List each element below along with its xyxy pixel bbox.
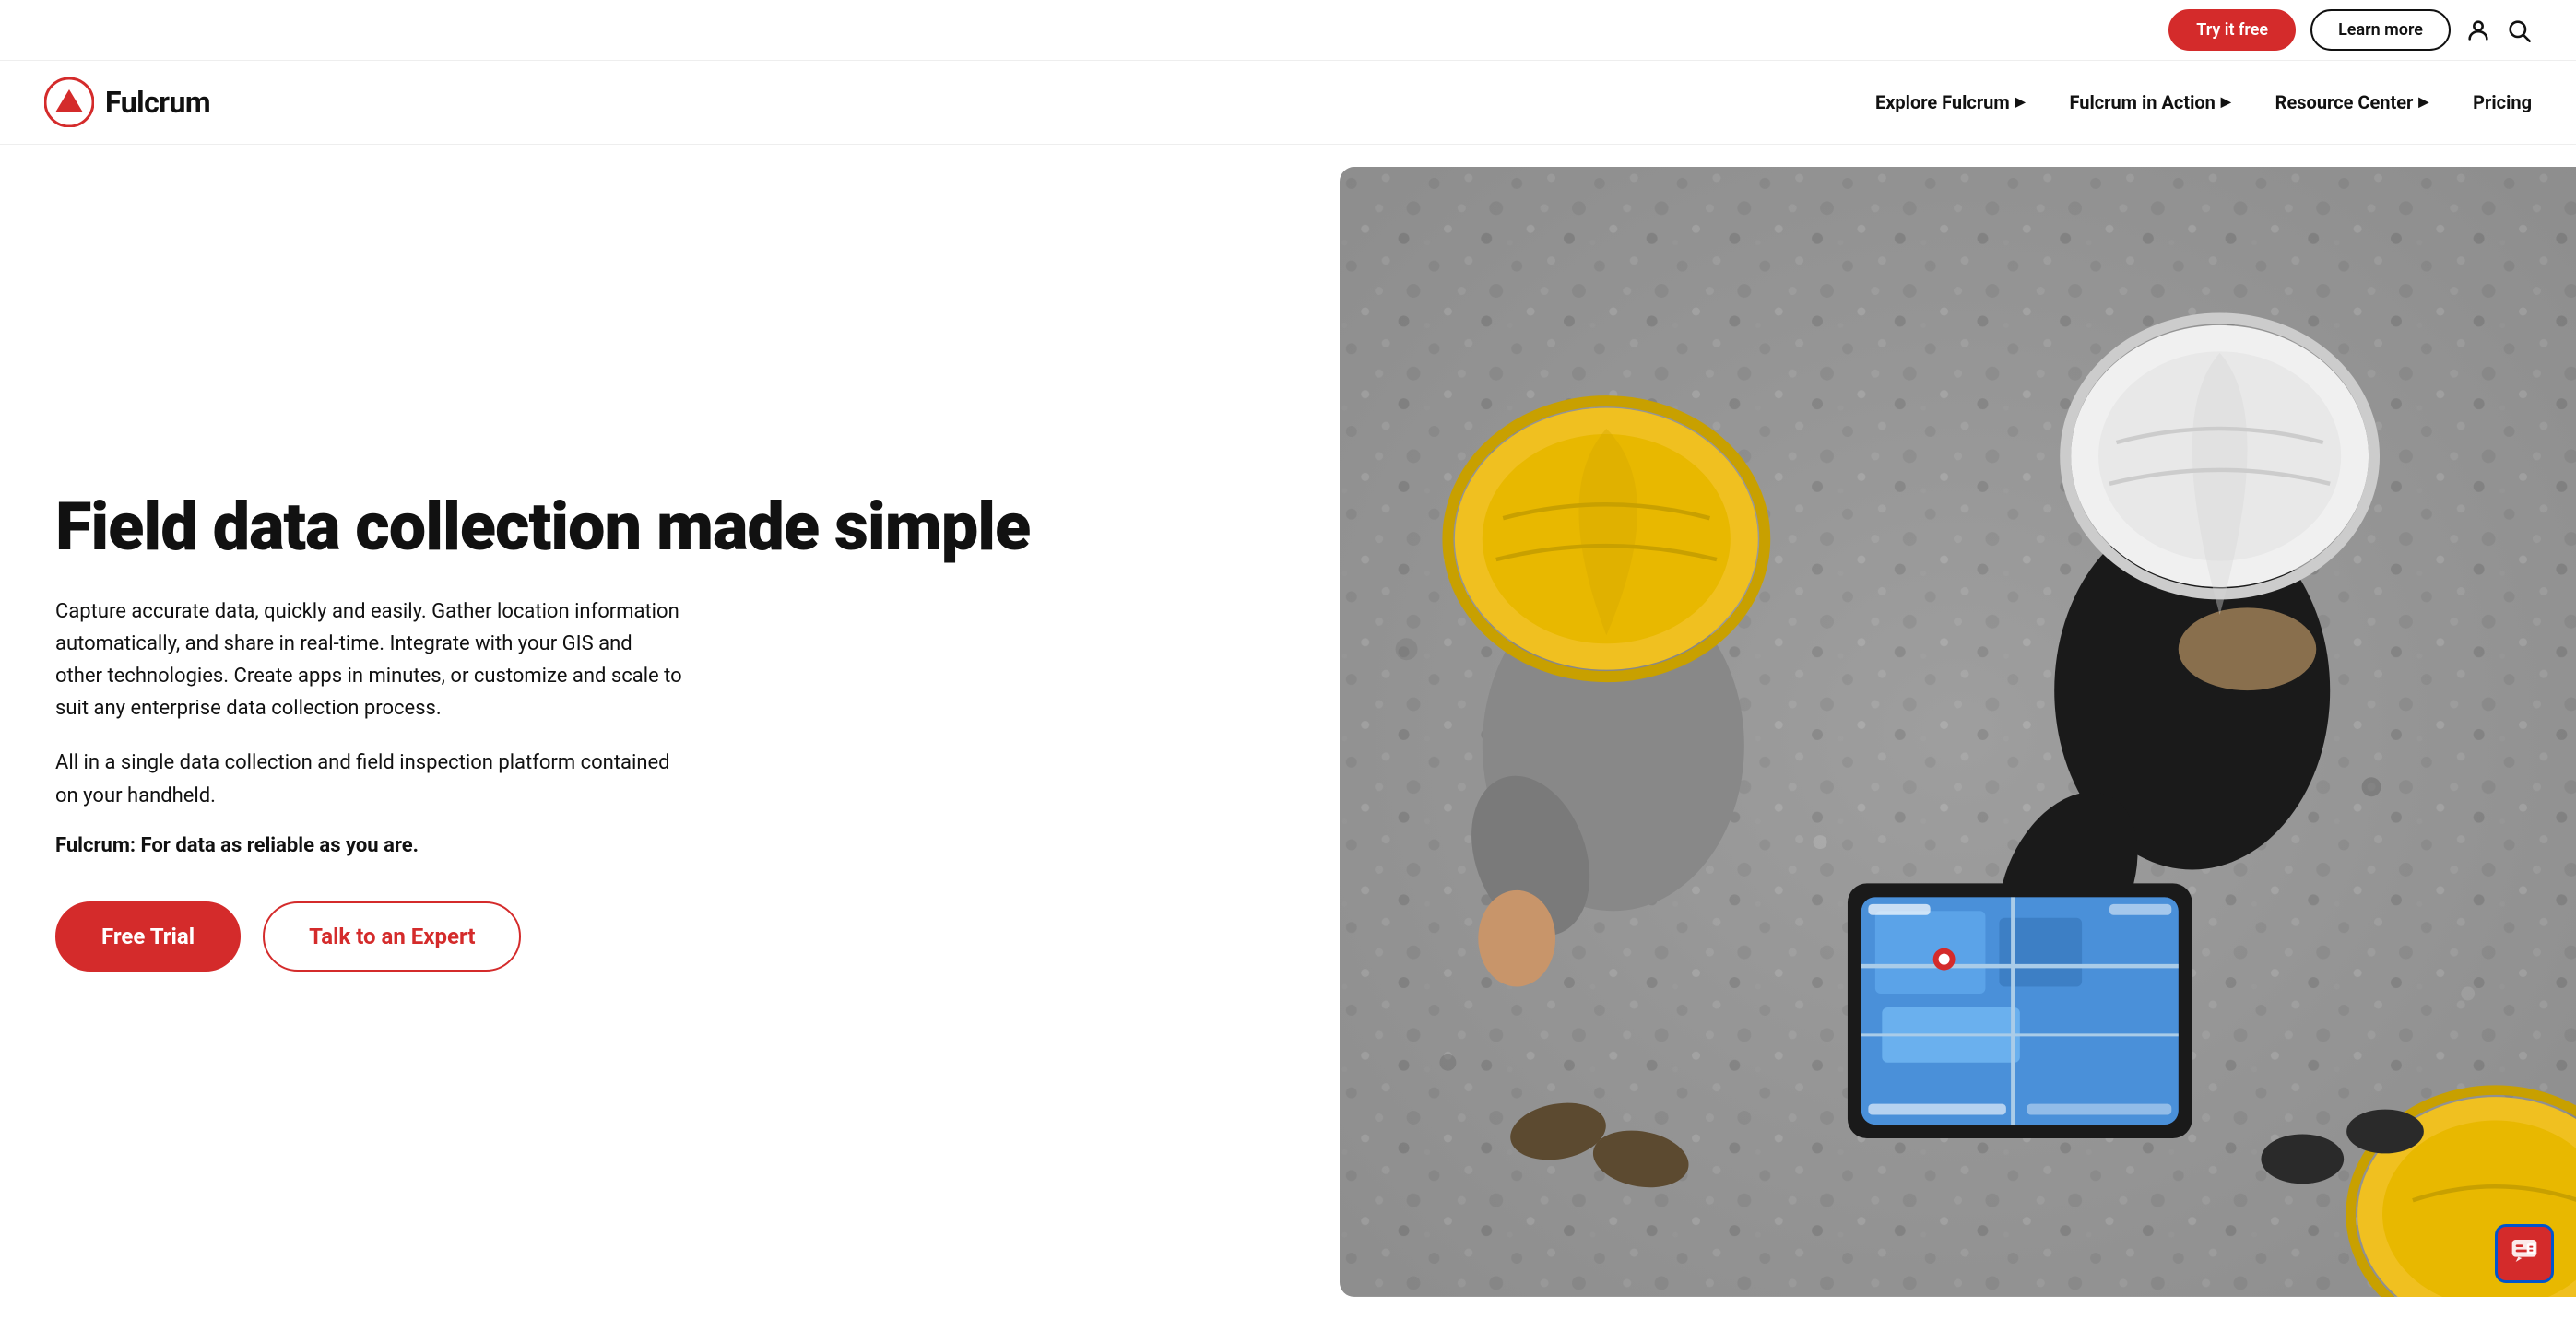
chevron-icon: ▶: [2418, 95, 2428, 110]
top-bar: Try it free Learn more: [0, 0, 2576, 61]
nav-links: Explore Fulcrum ▶ Fulcrum in Action ▶ Re…: [1875, 91, 2532, 113]
hero-image: [1340, 167, 2576, 1297]
nav-item-pricing[interactable]: Pricing: [2473, 91, 2532, 113]
hero-title: Field data collection made simple: [55, 492, 1284, 562]
hero-description: Capture accurate data, quickly and easil…: [55, 595, 682, 725]
main-nav: Fulcrum Explore Fulcrum ▶ Fulcrum in Act…: [0, 61, 2576, 145]
try-it-free-button[interactable]: Try it free: [2168, 9, 2296, 51]
chat-icon: [2510, 1236, 2539, 1272]
hero-buttons: Free Trial Talk to an Expert: [55, 901, 1284, 972]
hero-section: Field data collection made simple Captur…: [0, 145, 2576, 1319]
user-icon[interactable]: [2465, 18, 2491, 43]
hero-tagline: Fulcrum: For data as reliable as you are…: [55, 834, 1284, 857]
chevron-icon: ▶: [2221, 95, 2231, 110]
talk-to-expert-button[interactable]: Talk to an Expert: [263, 901, 521, 972]
logo-text: Fulcrum: [105, 85, 210, 120]
learn-more-button[interactable]: Learn more: [2310, 9, 2451, 51]
hero-illustration: [1340, 167, 2576, 1297]
chat-widget[interactable]: [2495, 1224, 2554, 1283]
nav-item-resource-center[interactable]: Resource Center ▶: [2275, 91, 2428, 113]
hero-platform-text: All in a single data collection and fiel…: [55, 747, 682, 811]
logo-icon: [44, 77, 94, 127]
logo[interactable]: Fulcrum: [44, 77, 210, 127]
free-trial-button[interactable]: Free Trial: [55, 901, 241, 972]
hero-content: Field data collection made simple Captur…: [0, 145, 1340, 1319]
search-icon[interactable]: [2506, 18, 2532, 43]
nav-item-explore[interactable]: Explore Fulcrum ▶: [1875, 91, 2025, 113]
chevron-icon: ▶: [2015, 95, 2026, 110]
nav-item-in-action[interactable]: Fulcrum in Action ▶: [2069, 91, 2230, 113]
